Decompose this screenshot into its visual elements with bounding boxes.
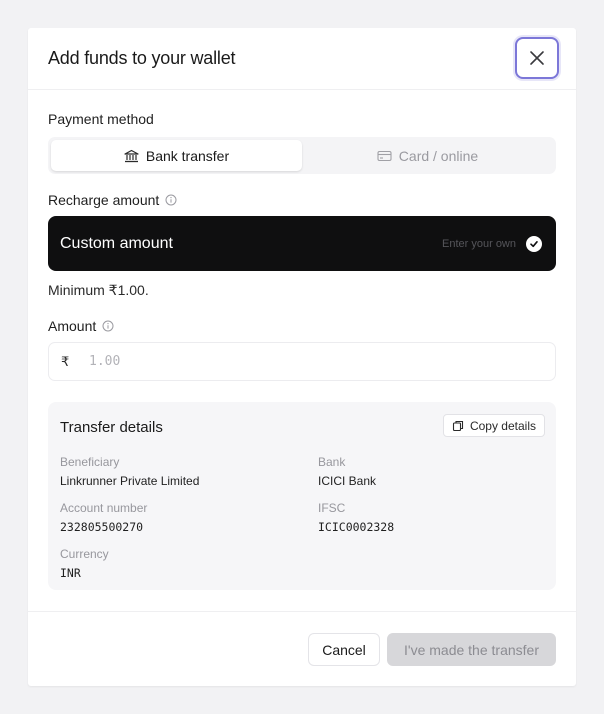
close-button[interactable] [515,37,559,79]
info-icon [165,194,177,206]
info-icon [102,320,114,332]
close-icon [529,50,545,66]
payment-method-label: Payment method [48,111,154,127]
amount-field[interactable]: ₹ [48,342,556,381]
currency-label: Currency [60,547,109,561]
amount-label-text: Amount [48,318,97,334]
custom-amount-label: Custom amount [60,234,173,252]
payment-method-tabs: Bank transfer Card / online [48,137,556,174]
beneficiary-field: Beneficiary Linkrunner Private Limited [60,455,199,488]
custom-amount-option[interactable]: Custom amount Enter your own [48,216,556,271]
minimum-amount-text: Minimum ₹1.00. [48,282,149,298]
bank-field: Bank ICICI Bank [318,455,376,488]
recharge-amount-label-text: Recharge amount [48,192,160,208]
transfer-details-title: Transfer details [60,419,163,436]
currency-value: INR [60,566,81,580]
tab-card-online-label: Card / online [398,147,479,164]
confirm-transfer-button[interactable]: I've made the transfer [387,633,556,666]
amount-label: Amount [48,318,114,334]
account-number-field: Account number 232805500270 [60,501,147,534]
custom-amount-hint: Enter your own [442,237,516,250]
copy-details-label: Copy details [469,418,536,433]
amount-input[interactable] [89,354,555,369]
currency-symbol: ₹ [61,353,70,369]
modal-footer: Cancel I've made the transfer [28,611,576,686]
tab-bank-transfer[interactable]: Bank transfer [51,140,302,171]
copy-details-button[interactable]: Copy details [442,414,545,437]
ifsc-value: ICIC0002328 [318,520,395,534]
account-number-label: Account number [60,501,148,515]
recharge-amount-label: Recharge amount [48,192,177,208]
ifsc-field: IFSC ICIC0002328 [318,501,394,534]
tab-bank-transfer-label: Bank transfer [145,147,230,164]
beneficiary-value: Linkrunner Private Limited [60,474,200,488]
cancel-button[interactable]: Cancel [308,633,380,666]
account-number-value: 232805500270 [60,520,144,534]
bank-icon [124,149,139,163]
currency-field: Currency INR [60,547,109,580]
tab-card-online[interactable]: Card / online [302,140,553,171]
check-icon [526,235,542,252]
card-icon [377,150,392,162]
bank-label: Bank [318,455,346,469]
modal-header: Add funds to your wallet [28,28,576,90]
beneficiary-label: Beneficiary [60,455,120,469]
payment-method-label-text: Payment method [48,111,154,127]
add-funds-modal: Add funds to your wallet Payment method … [28,28,576,686]
ifsc-label: IFSC [318,501,346,515]
transfer-details-card: Transfer details Copy details Beneficiar… [48,402,556,590]
modal-title: Add funds to your wallet [48,48,236,68]
copy-icon [452,420,464,432]
bank-value: ICICI Bank [318,474,377,488]
